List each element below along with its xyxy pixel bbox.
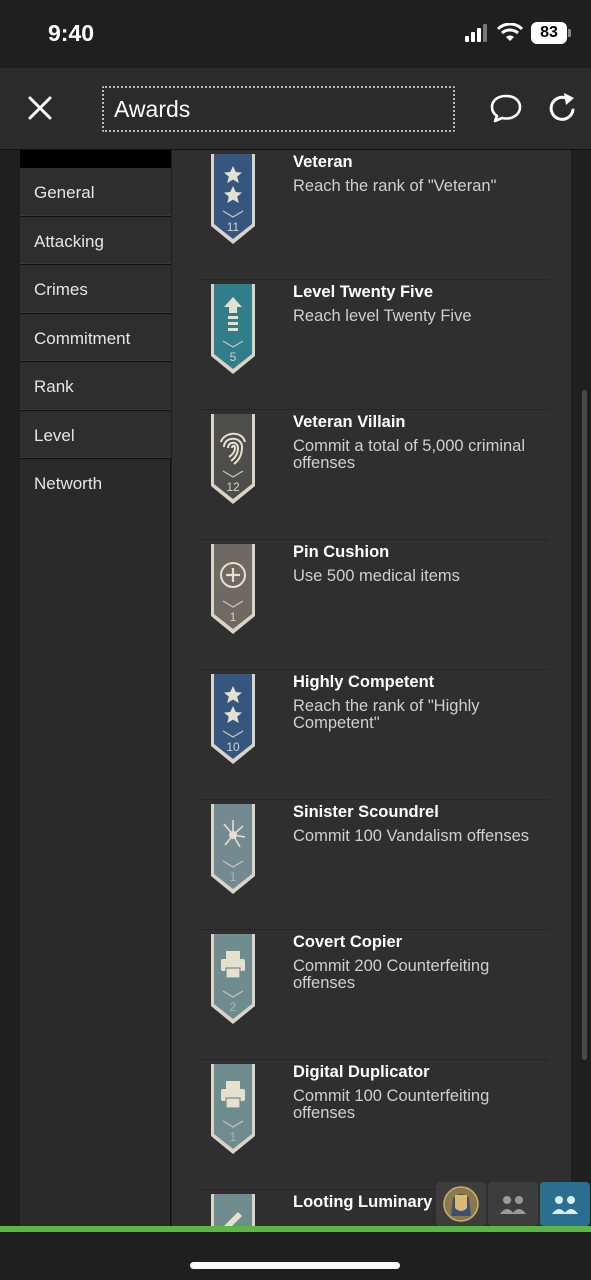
award-description: Reach level Twenty Five: [293, 307, 472, 325]
sidebar-item-commitment[interactable]: Commitment: [20, 313, 171, 362]
medal-number: 12: [226, 480, 240, 494]
medal-number: 1: [230, 610, 237, 624]
awards-list: 11 Veteran Reach the rank of "Veteran" 5…: [172, 150, 571, 1226]
group-icon: [500, 1196, 526, 1214]
award-name: Highly Competent: [293, 673, 435, 691]
award-name: Level Twenty Five: [293, 283, 433, 301]
award-description: Use 500 medical items: [293, 567, 460, 585]
medal-number: 1: [230, 1130, 237, 1144]
award-description: Commit a total of 5,000 criminal offense…: [293, 437, 526, 472]
sidebar-header-strip: [20, 150, 171, 168]
status-icons: 83: [465, 22, 571, 44]
pen-icon: [211, 1194, 255, 1226]
category-sidebar: General Attacking Crimes Commitment Rank…: [20, 150, 171, 1226]
scrollbar[interactable]: [582, 390, 587, 1060]
award-item[interactable]: 12 Veteran Villain Commit a total of 5,0…: [200, 410, 550, 540]
status-bar: 9:40 83: [0, 0, 591, 68]
award-item[interactable]: 1 Pin Cushion Use 500 medical items: [200, 540, 550, 670]
award-name: Pin Cushion: [293, 543, 390, 561]
pharaoh-avatar-button[interactable]: [436, 1182, 486, 1226]
award-name: Veteran Villain: [293, 413, 406, 431]
pharaoh-avatar-icon: [443, 1186, 479, 1222]
fingerprint-icon: 12: [211, 414, 255, 504]
status-time: 9:40: [48, 20, 95, 46]
awards-content: General Attacking Crimes Commitment Rank…: [0, 150, 591, 1226]
sidebar-item-crimes[interactable]: Crimes: [20, 265, 171, 314]
medal-number: 11: [227, 220, 240, 234]
award-description: Commit 100 Vandalism offenses: [293, 827, 530, 845]
group-icon-active: [552, 1196, 578, 1214]
printer-icon: 1: [211, 1064, 255, 1154]
sidebar-item-level[interactable]: Level: [20, 410, 171, 459]
home-indicator[interactable]: [190, 1262, 400, 1269]
group-button[interactable]: [488, 1182, 538, 1226]
award-name: Veteran: [293, 153, 353, 171]
shattered-glass-icon: 1: [211, 804, 255, 894]
wifi-icon: [497, 23, 523, 41]
bottom-tray: [436, 1182, 591, 1226]
close-icon[interactable]: [24, 92, 56, 124]
award-name: Digital Duplicator: [293, 1063, 430, 1081]
battery-icon: 83: [531, 22, 571, 44]
award-item[interactable]: 2 Covert Copier Commit 200 Counterfeitin…: [200, 930, 550, 1060]
award-item[interactable]: 5 Level Twenty Five Reach level Twenty F…: [200, 280, 550, 410]
award-name: Sinister Scoundrel: [293, 803, 439, 821]
sidebar-item-general[interactable]: General: [20, 168, 171, 217]
medal-number: 1: [230, 870, 237, 884]
page-title: Awards: [102, 86, 455, 132]
medal-number: 10: [226, 740, 240, 754]
award-description: Reach the rank of "Highly Competent": [293, 697, 480, 732]
award-item[interactable]: 1 Digital Duplicator Commit 100 Counterf…: [200, 1060, 550, 1190]
group-active-button[interactable]: [540, 1182, 590, 1226]
level-up-arrow-icon: 5: [211, 284, 255, 374]
sidebar-item-networth[interactable]: Networth: [20, 459, 171, 508]
sidebar-item-rank[interactable]: Rank: [20, 362, 171, 411]
sidebar-item-attacking[interactable]: Attacking: [20, 216, 171, 265]
award-description: Reach the rank of "Veteran": [293, 177, 497, 195]
two-stars-icon: 10: [211, 674, 255, 764]
refresh-icon[interactable]: [546, 90, 580, 126]
award-item[interactable]: 10 Highly Competent Reach the rank of "H…: [200, 670, 550, 800]
medal-number: 5: [230, 350, 237, 364]
award-item[interactable]: 11 Veteran Reach the rank of "Veteran": [200, 150, 550, 280]
nav-bar: Awards: [0, 68, 591, 150]
award-item[interactable]: 1 Sinister Scoundrel Commit 100 Vandalis…: [200, 800, 550, 930]
medal-number: 2: [230, 1000, 237, 1014]
chat-icon[interactable]: [488, 90, 524, 126]
award-description: Commit 100 Counterfeiting offenses: [293, 1087, 490, 1122]
home-area: [0, 1232, 591, 1280]
award-name: Covert Copier: [293, 933, 403, 951]
battery-level: 83: [540, 24, 558, 41]
two-stars-icon: 11: [211, 154, 255, 244]
plus-circle-icon: 1: [211, 544, 255, 634]
printer-icon: 2: [211, 934, 255, 1024]
award-description: Commit 200 Counterfeiting offenses: [293, 957, 490, 992]
signal-icon: [465, 24, 487, 42]
award-name: Looting Luminary: [293, 1193, 433, 1211]
